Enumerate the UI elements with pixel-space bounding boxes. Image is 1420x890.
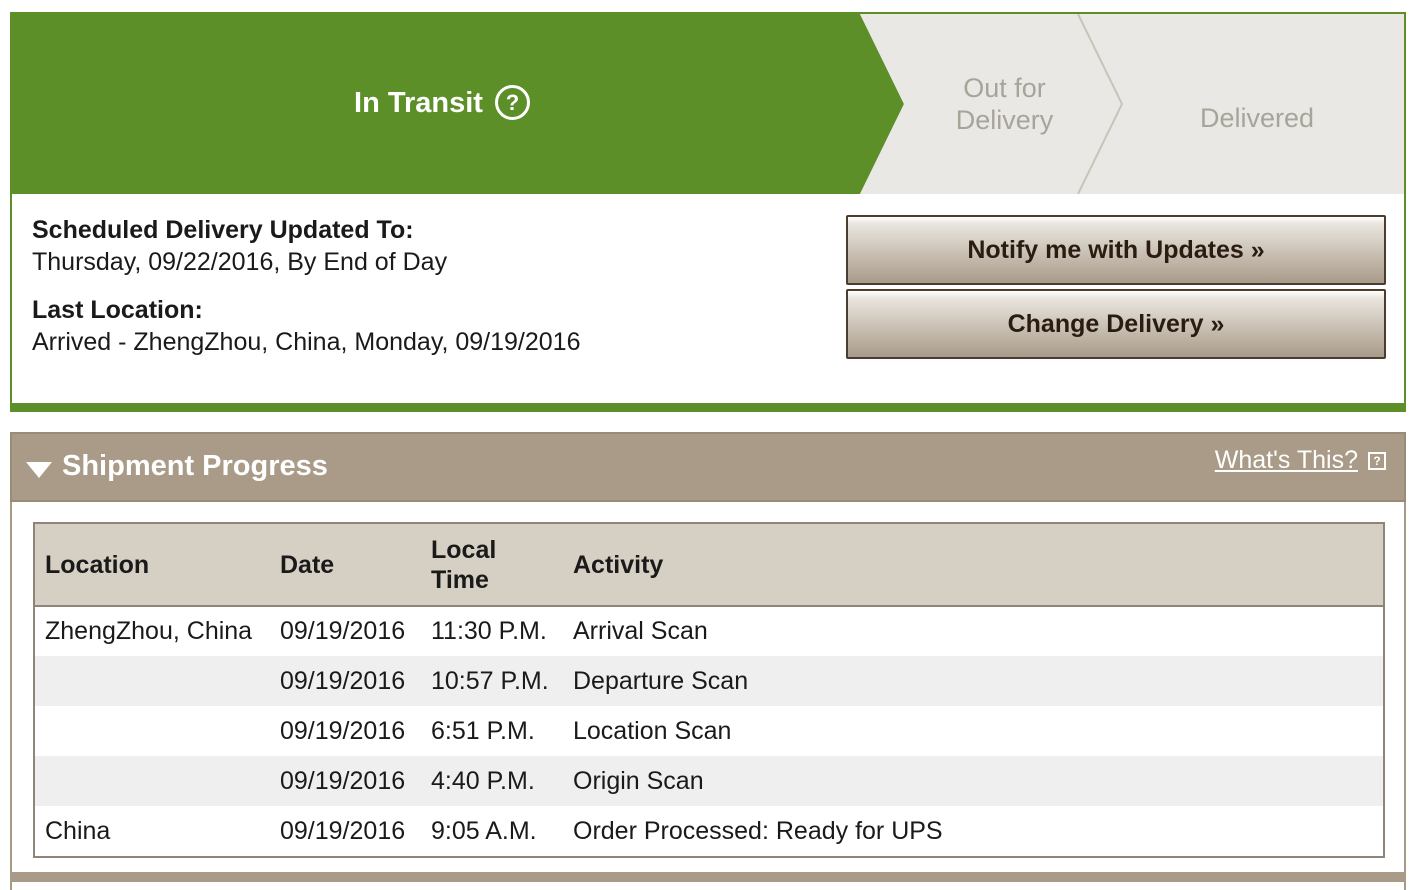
tracker-label-in-transit: In Transit ? [12, 85, 872, 120]
delivery-info: Scheduled Delivery Updated To: Thursday,… [32, 214, 580, 358]
cell-time: 10:57 P.M. [421, 656, 563, 706]
cell-location [35, 656, 270, 706]
cell-location [35, 756, 270, 806]
cell-location [35, 706, 270, 756]
help-box-icon[interactable]: ? [1368, 452, 1386, 470]
table-row: 09/19/2016 10:57 P.M. Departure Scan [35, 656, 1383, 706]
cell-location: China [45, 816, 111, 845]
collapse-caret-icon[interactable] [26, 462, 52, 478]
cell-time: 9:05 A.M. [431, 816, 537, 845]
table-row: 09/19/2016 6:51 P.M. Location Scan [35, 706, 1383, 756]
cell-date: 09/19/2016 [280, 816, 406, 845]
table-row: 09/19/2016 4:40 P.M. Origin Scan [35, 756, 1383, 806]
delivered-label: Delivered [1199, 103, 1315, 133]
last-location-value: Arrived - ZhengZhou, China, Monday, 09/1… [32, 328, 581, 356]
cell-date: 09/19/2016 [280, 716, 406, 745]
change-delivery-button[interactable]: Change Delivery » [846, 289, 1386, 359]
cell-activity: Location Scan [573, 716, 732, 745]
panel-bottom-bar [10, 872, 1406, 882]
cell-date: 09/19/2016 [280, 617, 406, 645]
question-circle-icon[interactable]: ? [494, 85, 530, 120]
last-location-label: Last Location: [32, 296, 203, 324]
shipment-progress-panel: Shipment Progress What's This? ? Locatio… [10, 432, 1406, 890]
cell-activity: Departure Scan [563, 656, 1383, 706]
table-row: China 09/19/2016 9:05 A.M. Order Process… [35, 806, 1383, 856]
cell-time: 4:40 P.M. [421, 756, 563, 806]
cell-time: 6:51 P.M. [431, 716, 535, 745]
cell-time: 11:30 P.M. [431, 617, 547, 645]
delivery-status-card: In Transit ? Out for Delivery Delivered … [10, 12, 1406, 412]
out-for-delivery-label: Out for Delivery [955, 73, 1054, 135]
tracker-label-delivered: Delivered [1152, 102, 1362, 134]
cell-activity: Order Processed: Ready for UPS [573, 816, 943, 845]
scheduled-delivery-label: Scheduled Delivery Updated To: [32, 216, 414, 244]
shipment-progress-table: Location Date Local Time Activity ZhengZ… [33, 522, 1385, 858]
shipment-progress-title: Shipment Progress [62, 450, 328, 482]
col-date: Date [270, 524, 421, 607]
shipment-progress-header: Shipment Progress What's This? ? [10, 432, 1406, 502]
notify-updates-button[interactable]: Notify me with Updates » [846, 215, 1386, 285]
col-location: Location [35, 524, 270, 607]
cell-date: 09/19/2016 [270, 756, 421, 806]
scheduled-delivery-value: Thursday, 09/22/2016, By End of Day [32, 248, 448, 276]
table-row: ZhengZhou, China 09/19/2016 11:30 P.M. A… [35, 606, 1383, 656]
cell-activity: Origin Scan [563, 756, 1383, 806]
in-transit-label: In Transit [354, 86, 483, 119]
cell-location: ZhengZhou, China [45, 617, 253, 645]
col-activity: Activity [563, 524, 1383, 607]
cell-activity: Arrival Scan [573, 617, 708, 645]
table-header-row: Location Date Local Time Activity [35, 524, 1383, 607]
col-local-time: Local Time [421, 524, 563, 607]
progress-tracker: In Transit ? Out for Delivery Delivered [12, 14, 1404, 194]
tracker-label-out-for-delivery: Out for Delivery [917, 72, 1092, 136]
whats-this-link[interactable]: What's This? [1215, 446, 1358, 475]
cell-date: 09/19/2016 [270, 656, 421, 706]
